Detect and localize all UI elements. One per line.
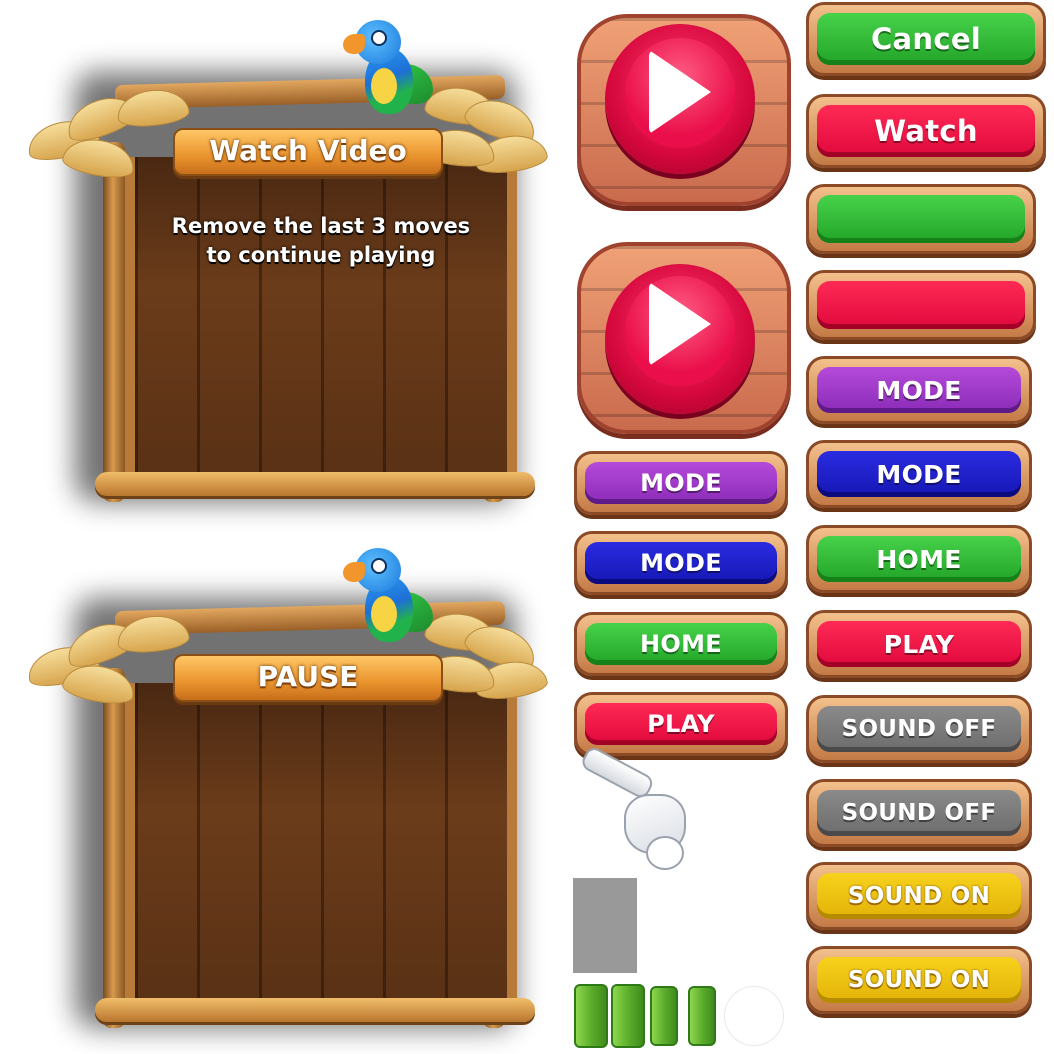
home-button[interactable]: HOME [574,612,788,676]
mode-button-purple[interactable]: MODE [574,451,788,515]
green-bar-small-icon [688,986,716,1046]
message-line-1: Remove the last 3 moves [171,214,471,238]
panel-message: Remove the last 3 moves to continue play… [125,212,517,270]
sound-off-label: SOUND OFF [817,790,1021,836]
mode-button-purple-large[interactable]: MODE [806,356,1032,424]
round-play-button[interactable] [577,4,791,206]
sound-on-button[interactable]: SOUND ON [806,862,1032,930]
blank-green-button[interactable] [806,184,1036,254]
mode-button-blue[interactable]: MODE [574,531,788,595]
round-play-button-pressed[interactable] [577,232,791,434]
cancel-label: Cancel [817,13,1035,65]
left-post [103,142,125,502]
wood-floor [95,998,535,1022]
sound-on-button-pressed[interactable]: SOUND ON [806,946,1032,1014]
panel-title: PAUSE [173,654,443,702]
green-bar-small-icon [650,986,678,1046]
parrot-icon [343,548,435,658]
play-icon [649,282,711,366]
pointing-hand-icon [572,744,692,870]
mode-label: MODE [585,462,777,504]
left-post [103,668,125,1028]
home-button-large[interactable]: HOME [806,525,1032,593]
mode-button-blue-large[interactable]: MODE [806,440,1032,508]
message-line-2: to continue playing [206,243,436,267]
play-label: PLAY [817,621,1021,667]
blank-label [817,195,1025,243]
white-circle [724,986,784,1046]
wood-wall [125,683,517,1003]
play-label: PLAY [585,703,777,745]
sound-on-label: SOUND ON [817,873,1021,919]
home-label: HOME [817,536,1021,582]
panel-title: Watch Video [173,128,443,176]
play-button-large[interactable]: PLAY [806,610,1032,678]
mode-label: MODE [585,542,777,584]
play-icon [649,50,711,134]
wood-floor [95,472,535,496]
play-button[interactable]: PLAY [574,692,788,756]
sound-off-button[interactable]: SOUND OFF [806,695,1032,763]
sound-off-button-pressed[interactable]: SOUND OFF [806,779,1032,847]
watch-label: Watch [817,105,1035,157]
parrot-icon [343,20,435,130]
wood-wall [125,157,517,477]
green-bar-icon [611,984,645,1048]
blank-red-button[interactable] [806,270,1036,340]
cancel-button[interactable]: Cancel [806,2,1046,76]
watch-video-panel: Watch Video Remove the last 3 moves to c… [24,12,550,502]
sound-off-label: SOUND OFF [817,706,1021,752]
blank-label [817,281,1025,329]
sound-on-label: SOUND ON [817,957,1021,1003]
pause-panel: PAUSE [24,538,550,1028]
mode-label: MODE [817,367,1021,413]
green-bar-icon [574,984,608,1048]
home-label: HOME [585,623,777,665]
watch-button[interactable]: Watch [806,94,1046,168]
mode-label: MODE [817,451,1021,497]
gray-placeholder [573,878,637,973]
